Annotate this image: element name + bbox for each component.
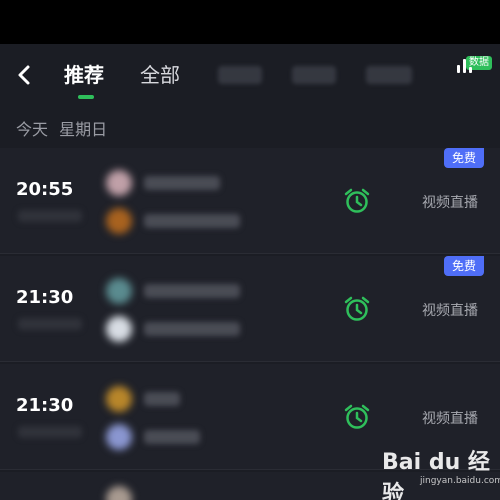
match-row[interactable]: 免费 20:55 视频直播 [0, 148, 500, 254]
tab-recommended[interactable]: 推荐 [64, 63, 104, 87]
tab-all[interactable]: 全部 [140, 63, 180, 87]
home-team [106, 486, 256, 500]
match-time: 20:55 [16, 179, 74, 200]
match-row[interactable]: 免费 21:30 视频直播 [0, 256, 500, 362]
team-name-blurred [144, 392, 180, 406]
team-name-blurred [144, 214, 240, 228]
alarm-clock-icon[interactable] [343, 295, 371, 323]
away-team [106, 316, 256, 344]
date-header: 今天 星期日 [0, 106, 500, 148]
away-team [106, 208, 256, 236]
back-icon [18, 65, 30, 85]
tab-blurred-2[interactable] [292, 66, 336, 84]
free-badge: 免费 [444, 148, 484, 168]
free-badge: 免费 [444, 256, 484, 276]
team-name-blurred [144, 176, 220, 190]
match-time: 21:30 [16, 287, 74, 308]
team-name-blurred [144, 284, 240, 298]
video-live-label: 视频直播 [422, 303, 478, 319]
home-team [106, 386, 256, 414]
home-team [106, 170, 256, 198]
top-nav: 推荐 全部 数据 [0, 44, 500, 106]
team-logo [106, 486, 132, 500]
status-bar [0, 0, 500, 44]
watermark-brand: Bai du 经验 [382, 450, 490, 500]
alarm-clock-icon[interactable] [343, 187, 371, 215]
team-logo [106, 278, 132, 304]
alarm-clock-icon[interactable] [343, 403, 371, 431]
video-live-label: 视频直播 [422, 411, 478, 427]
date-weekday: 星期日 [59, 120, 108, 139]
watermark-url: jingyan.baidu.com [420, 476, 500, 486]
match-time: 21:30 [16, 395, 74, 416]
team-logo [106, 386, 132, 412]
team-logo [106, 170, 132, 196]
team-name-blurred [144, 322, 240, 336]
team-logo [106, 208, 132, 234]
away-team [106, 424, 256, 452]
back-button[interactable] [10, 60, 40, 90]
baidu-jingyan-watermark: Bai du 经验 jingyan.baidu.com [380, 442, 500, 500]
team-logo [106, 424, 132, 450]
tab-blurred-1[interactable] [218, 66, 262, 84]
tab-blurred-3[interactable] [366, 66, 412, 84]
date-today: 今天 [16, 120, 49, 139]
active-tab-indicator [78, 95, 94, 99]
video-live-label: 视频直播 [422, 195, 478, 211]
team-name-blurred [144, 430, 200, 444]
league-name-blurred [18, 318, 82, 330]
league-name-blurred [18, 210, 82, 222]
league-name-blurred [18, 426, 82, 438]
team-logo [106, 316, 132, 342]
data-button[interactable]: 数据 [452, 56, 492, 96]
home-team [106, 278, 256, 306]
